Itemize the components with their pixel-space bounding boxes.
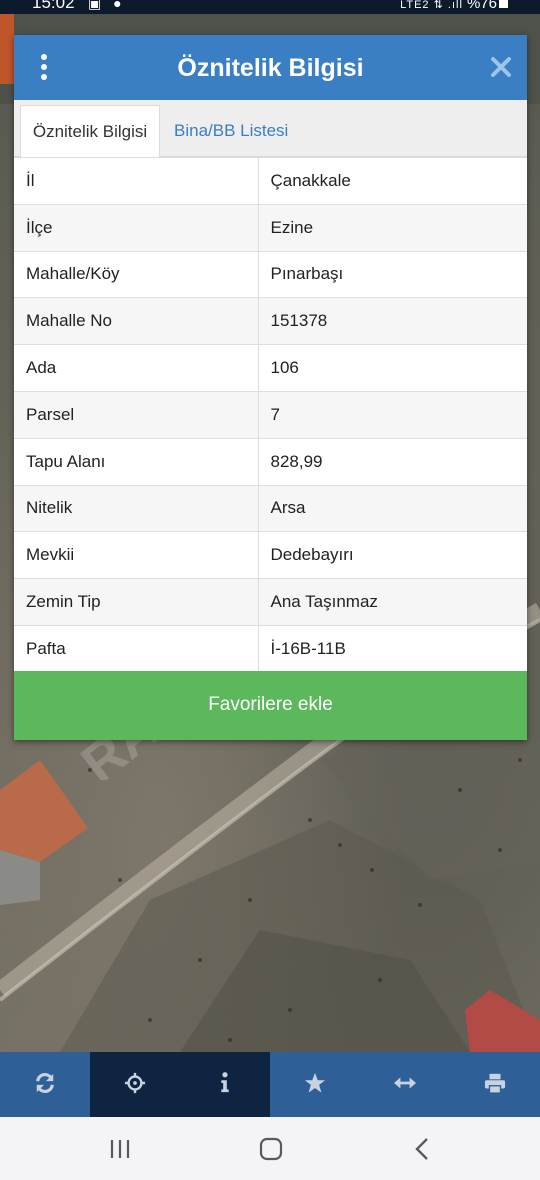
row-value: 7 — [258, 390, 527, 439]
attribute-dialog: Öznitelik Bilgisi Öznitelik Bilgisi Bina… — [14, 35, 527, 740]
row-value: Çanakkale — [258, 157, 527, 205]
status-time: 15:02 — [32, 0, 75, 12]
row-key: Parsel — [14, 390, 259, 439]
row-value: 151378 — [258, 297, 527, 345]
home-icon[interactable] — [251, 1133, 291, 1165]
print-button[interactable] — [450, 1052, 540, 1117]
table-row: Ada 106 — [14, 344, 527, 392]
refresh-button[interactable] — [0, 1052, 90, 1117]
table-row: Nitelik Arsa — [14, 484, 527, 532]
table-row: Mahalle/Köy Pınarbaşı — [14, 250, 527, 298]
tab-bar: Öznitelik Bilgisi Bina/BB Listesi — [14, 100, 527, 157]
close-icon[interactable] — [489, 55, 513, 79]
row-key: Ada — [14, 344, 259, 392]
favorites-button[interactable] — [270, 1052, 360, 1117]
status-bar: 15:02 ▣ ● LTE2 ⇅ .ıll %76 — [0, 0, 540, 14]
table-row: Zemin Tip Ana Taşınmaz — [14, 578, 527, 626]
bottom-toolbar — [0, 1052, 540, 1117]
refresh-icon — [36, 1073, 54, 1093]
signal-icon: ⇅ .ıll — [433, 0, 467, 11]
row-key: Tapu Alanı — [14, 437, 259, 486]
measure-icon — [394, 1077, 416, 1089]
row-value: Pınarbaşı — [258, 250, 527, 298]
info-button[interactable] — [180, 1052, 270, 1117]
measure-button[interactable] — [360, 1052, 450, 1117]
info-icon — [221, 1072, 229, 1093]
row-key: Mahalle No — [14, 297, 259, 345]
table-row: İl Çanakkale — [14, 157, 527, 205]
row-value: 106 — [258, 344, 527, 392]
tab-attribute-info[interactable]: Öznitelik Bilgisi — [20, 105, 160, 157]
table-row: Mahalle No 151378 — [14, 297, 527, 345]
dialog-title: Öznitelik Bilgisi — [177, 54, 364, 82]
row-value: Dedebayırı — [258, 531, 527, 579]
row-key: Mevkii — [14, 531, 259, 579]
row-key: Mahalle/Köy — [14, 250, 259, 298]
row-key: Zemin Tip — [14, 578, 259, 626]
network-label: LTE2 — [400, 0, 430, 11]
dialog-header: Öznitelik Bilgisi — [14, 35, 527, 100]
attribute-table: İl Çanakkale İlçe Ezine Mahalle/Köy Pınarba… — [14, 157, 527, 673]
battery-icon — [499, 0, 508, 8]
table-row: Pafta İ-16B-11B — [14, 624, 527, 673]
row-value: Ana Taşınmaz — [258, 578, 527, 626]
row-key: İl — [14, 157, 259, 205]
star-icon — [304, 1072, 326, 1093]
notification-icons: ▣ ● — [88, 0, 126, 11]
row-key: Nitelik — [14, 484, 259, 532]
row-key: Pafta — [14, 624, 259, 673]
tab-building-list[interactable]: Bina/BB Listesi — [162, 105, 300, 157]
row-value: 828,99 — [258, 437, 527, 486]
status-right: LTE2 ⇅ .ıll %76 — [400, 0, 508, 12]
locate-button[interactable] — [90, 1052, 180, 1117]
table-row: İlçe Ezine — [14, 203, 527, 252]
row-key: İlçe — [14, 203, 259, 252]
table-row: Mevkii Dedebayırı — [14, 531, 527, 579]
map-marker-strip — [0, 14, 14, 84]
battery-level: %76 — [466, 0, 497, 12]
navigation-bar — [0, 1117, 540, 1180]
row-value: İ-16B-11B — [258, 624, 527, 673]
table-row: Tapu Alanı 828,99 — [14, 437, 527, 486]
row-value: Ezine — [258, 203, 527, 252]
print-icon — [484, 1073, 506, 1094]
table-row: Parsel 7 — [14, 390, 527, 439]
recents-icon[interactable] — [100, 1133, 140, 1165]
back-icon[interactable] — [403, 1133, 443, 1165]
row-value: Arsa — [258, 484, 527, 532]
add-favorite-button[interactable]: Favorilere ekle — [14, 671, 527, 740]
crosshair-icon — [124, 1072, 146, 1094]
